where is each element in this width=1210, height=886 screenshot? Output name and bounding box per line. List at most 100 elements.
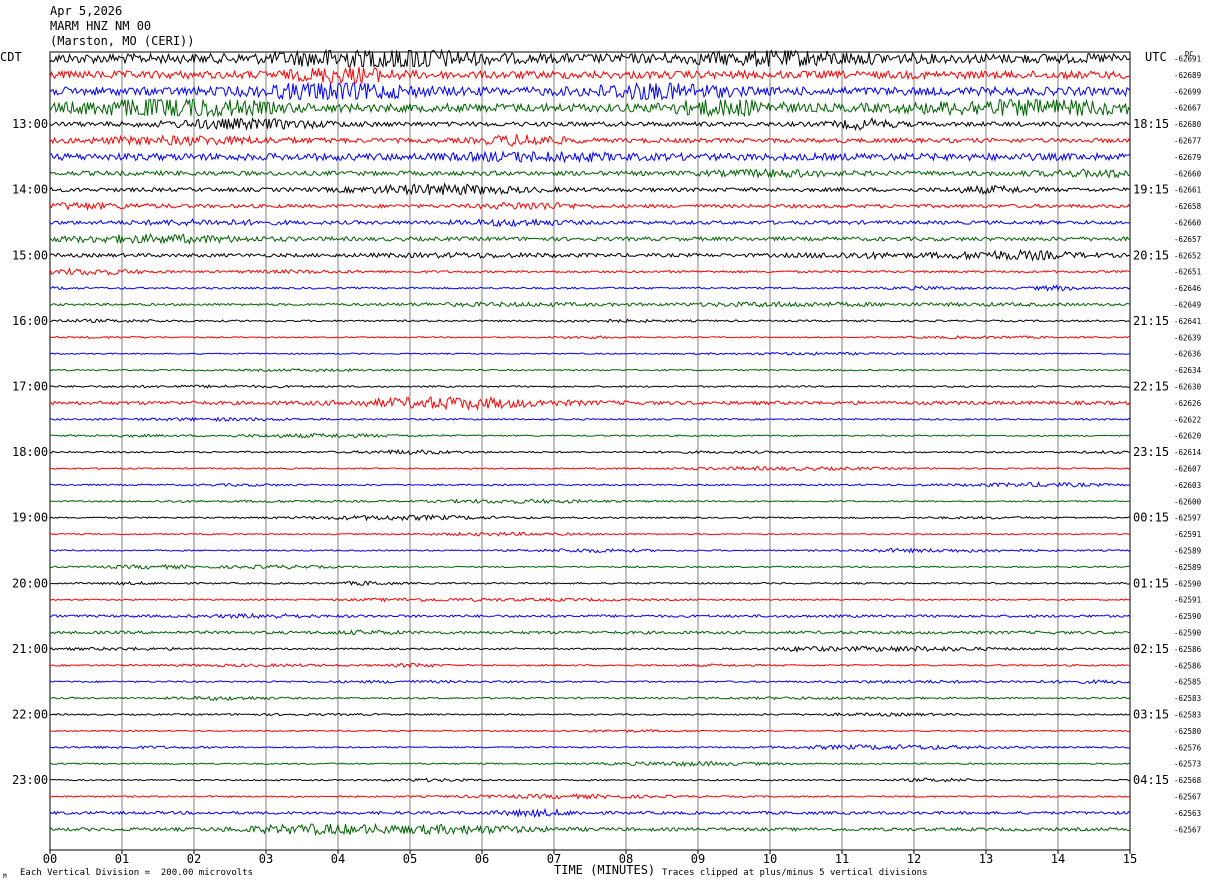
trace-line (49, 822, 1131, 837)
cdt-hour-label: 13:00 (12, 117, 48, 131)
dc-offset-label: -62689 (1174, 71, 1201, 80)
x-tick-label: 09 (691, 852, 705, 866)
seismic-traces (49, 48, 1131, 837)
trace-line (49, 563, 1131, 571)
dc-offset-label: -62660 (1174, 169, 1202, 178)
x-tick-label: 04 (331, 852, 345, 866)
trace-line (50, 284, 1131, 292)
dc-offset-label: -62651 (1174, 268, 1201, 277)
trace-line (49, 793, 1131, 800)
trace-line (49, 514, 1131, 522)
utc-hour-label: 01:15 (1133, 576, 1169, 590)
cdt-hour-label: 23:00 (12, 773, 48, 787)
trace-line (49, 712, 1131, 717)
trace-line (49, 248, 1131, 262)
dc-offset-label: -62652 (1174, 251, 1201, 260)
cdt-hour-label: 21:00 (12, 642, 48, 656)
dc-offset-label: -62589 (1174, 547, 1201, 556)
dc-offset-label: -62680 (1174, 120, 1202, 129)
trace-line (49, 629, 1131, 636)
dc-offset-label: -62573 (1174, 760, 1201, 769)
dc-offset-label: -62586 (1174, 645, 1202, 654)
x-tick-label: 12 (907, 852, 921, 866)
cdt-hour-label: 15:00 (12, 248, 48, 262)
dc-offset-label: -62634 (1174, 366, 1202, 375)
dc-offset-label: -62641 (1174, 317, 1201, 326)
dc-offset-label: -62626 (1174, 399, 1202, 408)
dc-offset-label: -62691 (1174, 55, 1201, 64)
trace-line (49, 182, 1131, 196)
dc-offset-label: -62630 (1174, 383, 1202, 392)
utc-hour-label: 19:15 (1133, 183, 1169, 197)
trace-line (49, 335, 1131, 340)
x-tick-label: 00 (43, 852, 57, 866)
dc-offset-label: -62585 (1174, 678, 1201, 687)
cdt-hour-label: 16:00 (12, 314, 48, 328)
x-tick-label: 06 (475, 852, 489, 866)
corner-mark: M (3, 873, 7, 880)
dc-offset-label: -62658 (1174, 202, 1202, 211)
dc-offset-label: -62660 (1174, 219, 1202, 228)
trace-line (49, 662, 1131, 669)
trace-line (49, 416, 1131, 423)
trace-line (49, 97, 1131, 118)
seismogram-plot: 13:00 14:00 15:00 16:00 17:00 18:00 19:00 20:00… (12, 48, 1202, 866)
dc-offset-label: -62657 (1174, 235, 1201, 244)
clip-note: Traces clipped at plus/minus 5 vertical … (662, 868, 928, 878)
trace-line (49, 597, 1131, 603)
dc-offset-label: -62614 (1174, 448, 1202, 457)
dc-offset-label: -62583 (1174, 711, 1201, 720)
dc-offset-label: -62591 (1174, 596, 1201, 605)
dc-offset-label: -62603 (1174, 481, 1201, 490)
utc-hour-label: 02:15 (1133, 642, 1169, 656)
cdt-hour-label: 14:00 (12, 183, 48, 197)
trace-line (49, 150, 1131, 164)
cdt-hour-label: 19:00 (12, 511, 48, 525)
dc-offset-label: -62597 (1174, 514, 1201, 523)
trace-line (49, 201, 1131, 212)
trace-line (49, 134, 1131, 147)
dc-offset-label: -62639 (1174, 333, 1201, 342)
trace-line (49, 743, 1131, 751)
trace-line (49, 66, 1131, 85)
trace-line (49, 678, 1131, 685)
dc-offset-label: -62583 (1174, 694, 1201, 703)
trace-line (49, 760, 1131, 768)
trace-line (49, 448, 1131, 456)
utc-hour-label: 20:15 (1133, 248, 1169, 262)
utc-hour-label: 22:15 (1133, 380, 1169, 394)
dc-offset-label: -62590 (1174, 629, 1202, 638)
utc-hour-labels: 18:15 19:15 20:15 21:15 22:15 23:15 00:15 01:15… (1133, 117, 1169, 787)
utc-hour-label: 21:15 (1133, 314, 1169, 328)
cdt-hour-labels: 13:00 14:00 15:00 16:00 17:00 18:00 19:00 20:00… (12, 117, 48, 787)
trace-line (49, 645, 1131, 654)
trace-line (49, 695, 1131, 702)
dc-offset-label: -62679 (1174, 153, 1201, 162)
dc-offset-label: -62580 (1174, 727, 1202, 736)
trace-line (49, 465, 1131, 472)
dc-offset-label: -62576 (1174, 743, 1202, 752)
utc-hour-label: 23:15 (1133, 445, 1169, 459)
x-tick-label: 14 (1051, 852, 1065, 866)
dc-offset-label: -62590 (1174, 612, 1202, 621)
cdt-hour-label: 20:00 (12, 576, 48, 590)
dc-offset-label: -62677 (1174, 137, 1201, 146)
trace-line (49, 384, 1131, 389)
x-tick-label: 15 (1123, 852, 1137, 866)
x-tick-label: 03 (259, 852, 273, 866)
trace-line (49, 233, 1131, 245)
dc-offset-label: -62620 (1174, 432, 1202, 441)
x-tick-label: 13 (979, 852, 993, 866)
trace-line (49, 729, 1131, 733)
trace-line (49, 217, 1131, 228)
trace-line (49, 300, 1131, 308)
trace-line (49, 368, 1131, 373)
trace-line (49, 432, 1131, 439)
x-tick-label: 11 (835, 852, 849, 866)
x-tick-label: 01 (115, 852, 129, 866)
trace-line (49, 395, 1131, 411)
utc-hour-label: 04:15 (1133, 773, 1169, 787)
dc-offset-label: -62563 (1174, 809, 1201, 818)
dc-offset-label: -62568 (1174, 776, 1202, 785)
trace-line (49, 318, 1131, 324)
